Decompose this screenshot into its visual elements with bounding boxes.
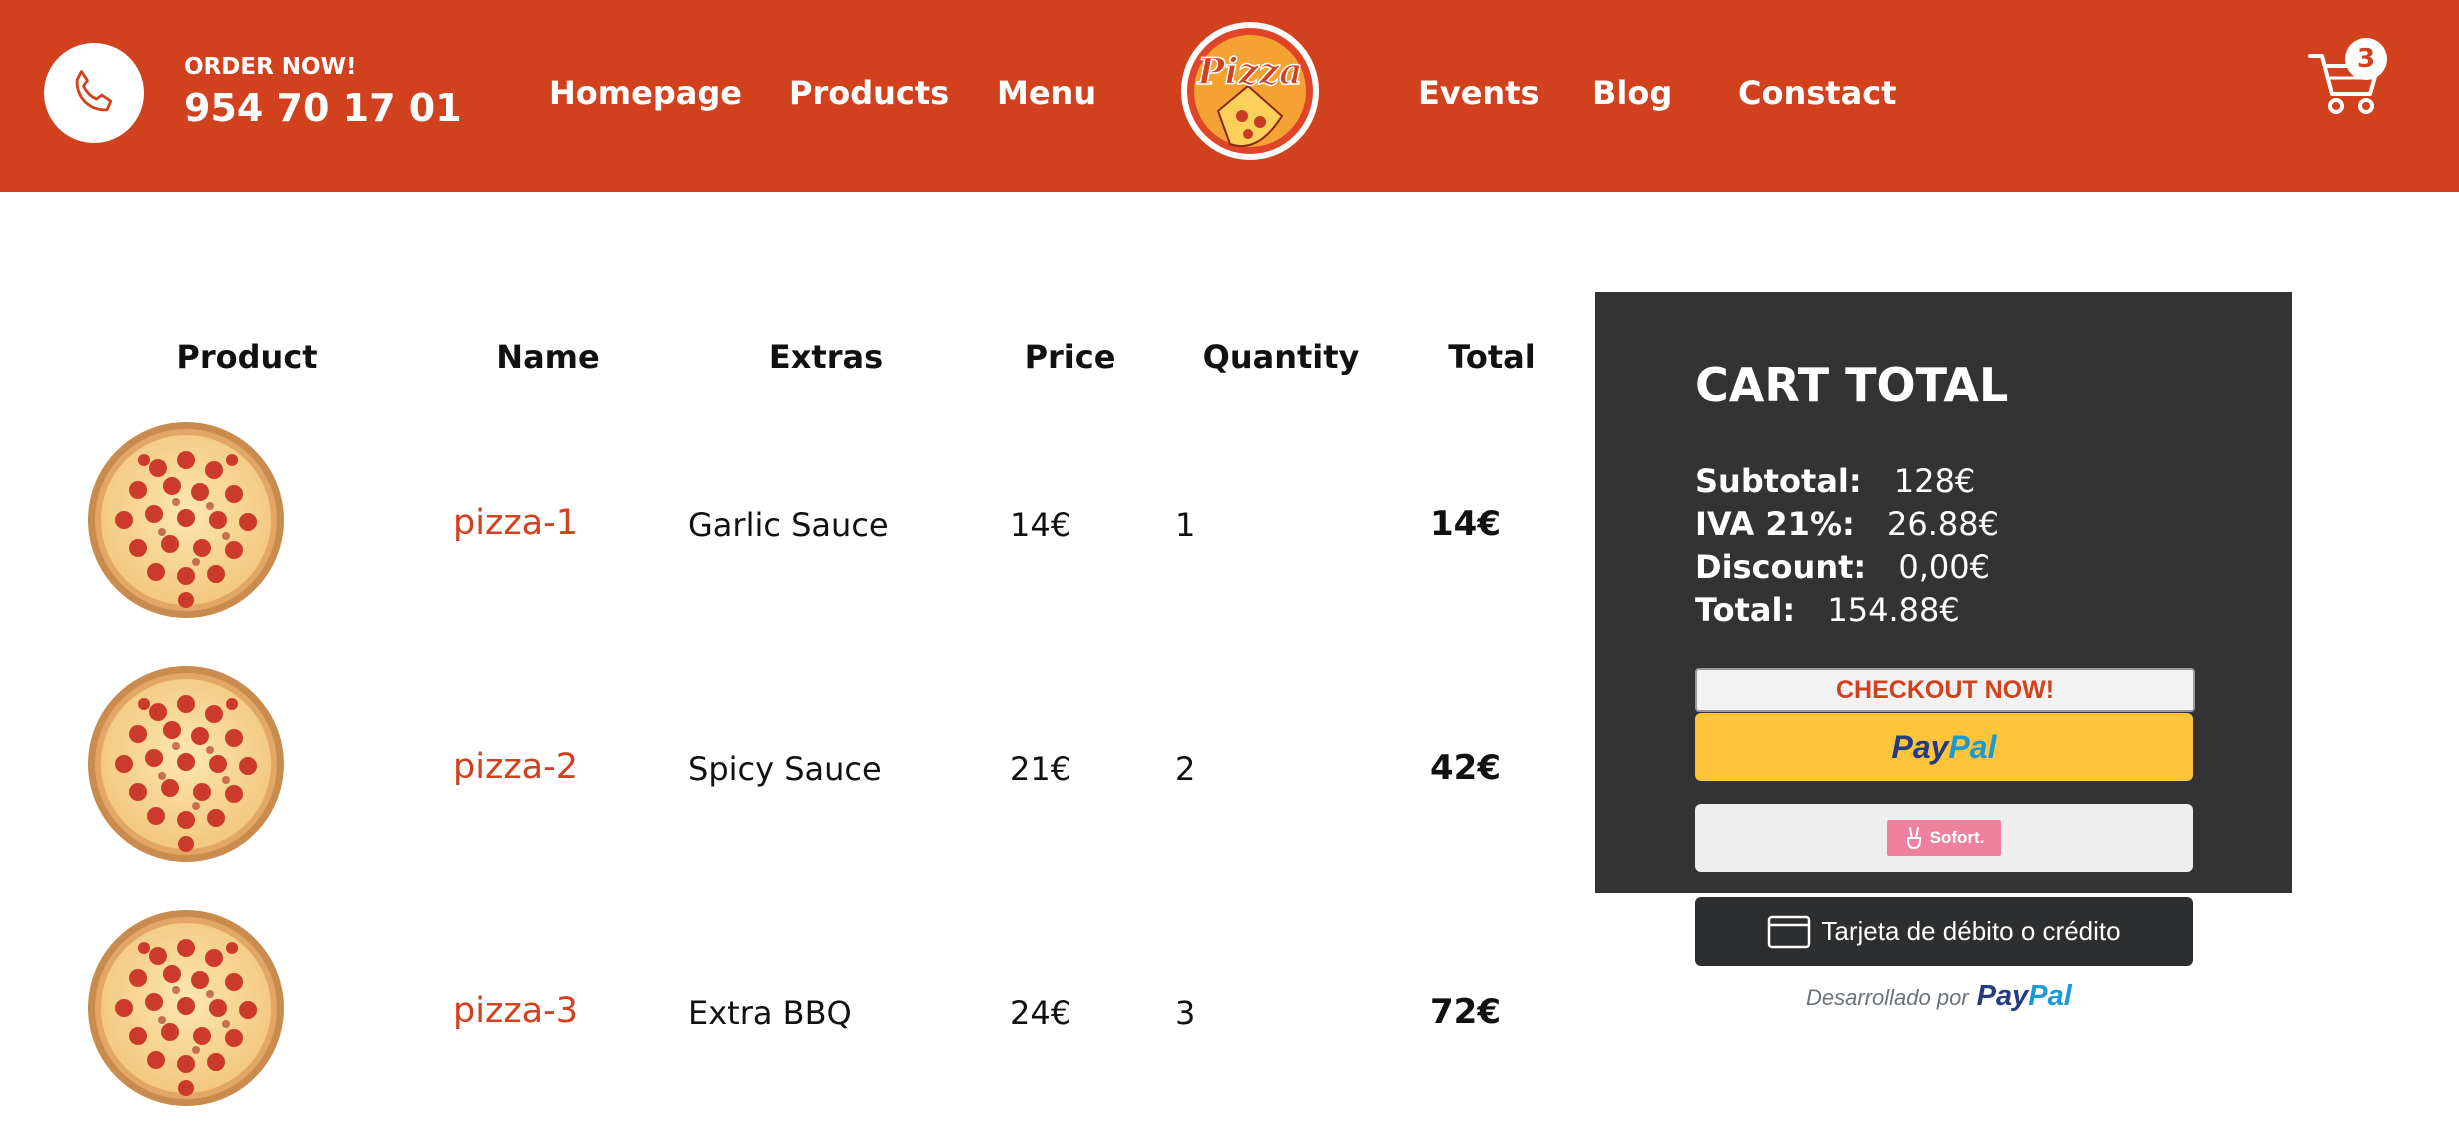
nav-homepage[interactable]: Homepage xyxy=(549,74,742,112)
nav-events[interactable]: Events xyxy=(1418,74,1540,112)
debit-credit-card-button[interactable]: Tarjeta de débito o crédito xyxy=(1695,897,2193,966)
total-row: Total: 154.88€ xyxy=(1695,591,1960,629)
product-price: 14€ xyxy=(1010,506,1072,544)
product-name-link[interactable]: pizza-1 xyxy=(453,503,578,543)
powered-by-paypal: Desarrollado por PayPal xyxy=(1806,980,2072,1013)
subtotal-label: Subtotal: xyxy=(1695,462,1862,500)
order-now-label: ORDER NOW! xyxy=(184,54,357,80)
discount-label: Discount: xyxy=(1695,548,1867,586)
column-header-product: Product xyxy=(176,338,318,376)
product-extras: Garlic Sauce xyxy=(688,506,889,544)
product-name-link[interactable]: pizza-2 xyxy=(453,747,578,787)
pizza-logo[interactable]: Pizza xyxy=(1178,16,1322,166)
victory-hand-icon xyxy=(1906,827,1921,850)
cart-count-badge: 3 xyxy=(2345,38,2387,80)
powered-by-paypal-logo: PayPal xyxy=(1976,980,2072,1012)
sofort-logo: Sofort. xyxy=(1887,820,2001,856)
card-button-label: Tarjeta de débito o crédito xyxy=(1821,916,2121,946)
column-header-quantity: Quantity xyxy=(1202,338,1360,376)
discount-value: 0,00€ xyxy=(1898,548,1990,586)
column-header-price: Price xyxy=(1024,338,1116,376)
nav-products[interactable]: Products xyxy=(789,74,949,112)
product-total: 72€ xyxy=(1430,992,1501,1032)
subtotal-value: 128€ xyxy=(1893,462,1976,500)
total-label: Total: xyxy=(1695,591,1796,629)
column-header-total: Total xyxy=(1448,338,1536,376)
product-quantity: 1 xyxy=(1175,506,1196,544)
credit-card-icon xyxy=(1768,915,1811,948)
cart-total-title: CART TOTAL xyxy=(1695,358,2009,412)
iva-label: IVA 21%: xyxy=(1695,505,1855,543)
pizza-image xyxy=(88,910,284,1106)
powered-by-text: Desarrollado por xyxy=(1806,985,1969,1010)
checkout-now-button[interactable]: CHECKOUT NOW! xyxy=(1695,668,2195,712)
paypal-logo-pay: Pay xyxy=(1891,728,1949,765)
column-header-extras: Extras xyxy=(768,338,884,376)
discount-row: Discount: 0,00€ xyxy=(1695,548,1990,586)
iva-value: 26.88€ xyxy=(1886,505,1999,543)
total-value: 154.88€ xyxy=(1827,591,1960,629)
paypal-button[interactable]: Pay Pal xyxy=(1695,713,2193,781)
product-total: 42€ xyxy=(1430,748,1501,788)
column-header-name: Name xyxy=(496,338,600,376)
paypal-logo-pal: Pal xyxy=(1948,728,1997,765)
product-name-link[interactable]: pizza-3 xyxy=(453,991,578,1031)
nav-blog[interactable]: Blog xyxy=(1592,74,1672,112)
order-phone-number[interactable]: 954 70 17 01 xyxy=(184,86,462,130)
nav-menu[interactable]: Menu xyxy=(997,74,1096,112)
phone-icon xyxy=(75,70,113,112)
pizza-image xyxy=(88,422,284,618)
product-quantity: 3 xyxy=(1175,994,1196,1032)
phone-button[interactable] xyxy=(44,43,144,143)
product-price: 24€ xyxy=(1010,994,1072,1032)
product-extras: Spicy Sauce xyxy=(688,750,882,788)
product-extras: Extra BBQ xyxy=(688,994,852,1032)
product-total: 14€ xyxy=(1430,504,1501,544)
product-quantity: 2 xyxy=(1175,750,1196,788)
iva-row: IVA 21%: 26.88€ xyxy=(1695,505,1999,543)
subtotal-row: Subtotal: 128€ xyxy=(1695,462,1975,500)
sofort-button[interactable]: Sofort. xyxy=(1695,804,2193,872)
logo-text: Pizza xyxy=(1197,51,1303,93)
pizza-image xyxy=(88,666,284,862)
sofort-label: Sofort. xyxy=(1929,828,1985,847)
product-price: 21€ xyxy=(1010,750,1072,788)
nav-contact[interactable]: Constact xyxy=(1738,74,1896,112)
